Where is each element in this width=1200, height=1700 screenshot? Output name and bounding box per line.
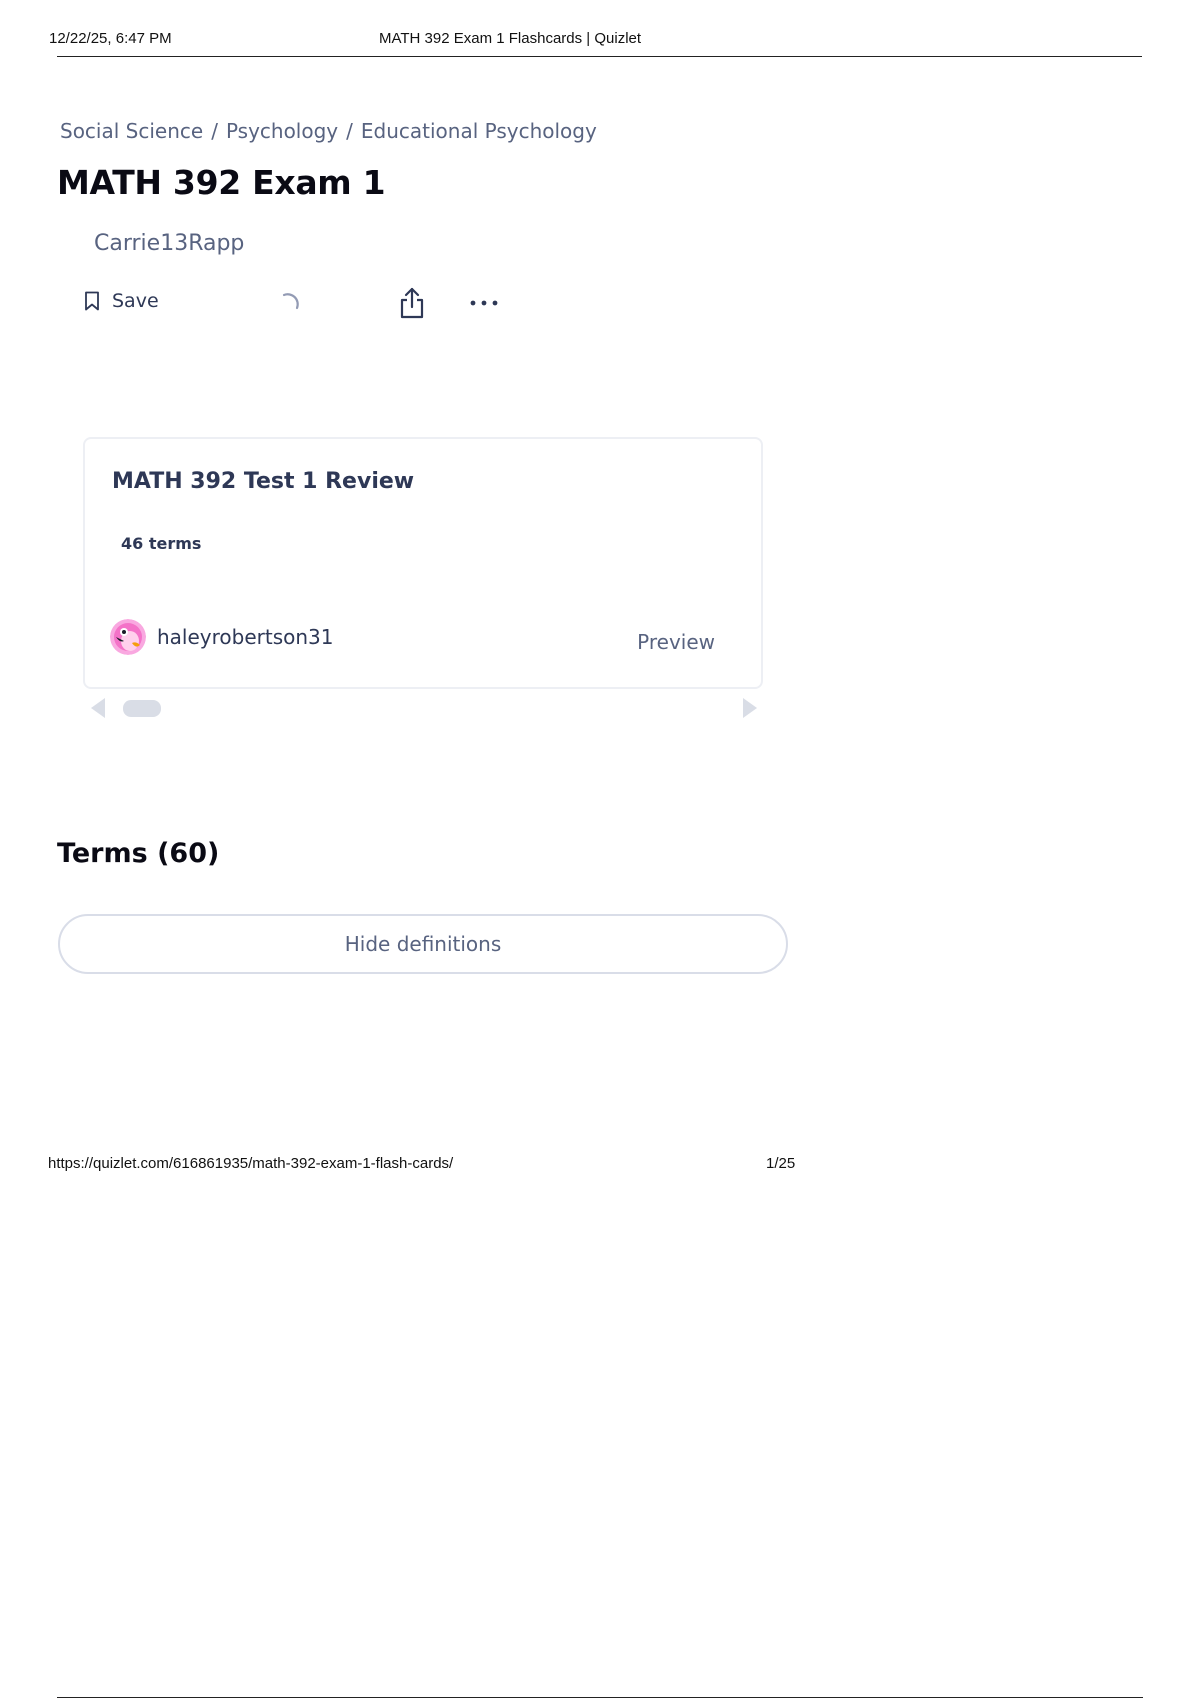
set-actions-bar: Save xyxy=(84,287,524,326)
preview-button[interactable]: Preview xyxy=(637,630,715,654)
bookmark-icon xyxy=(84,291,100,311)
creator-username[interactable]: Carrie13Rapp xyxy=(94,231,244,256)
print-page-number: 1/25 xyxy=(766,1155,796,1172)
term-count-badge: 46 terms xyxy=(121,534,202,553)
footer-divider xyxy=(57,1697,1143,1698)
print-datetime: 12/22/25, 6:47 PM xyxy=(49,30,172,47)
hide-definitions-button[interactable]: Hide definitions xyxy=(58,914,788,974)
scrollbar-thumb[interactable] xyxy=(123,700,161,717)
print-url: https://quizlet.com/616861935/math-392-e… xyxy=(48,1155,454,1172)
header-divider xyxy=(57,56,1142,57)
breadcrumb-separator: / xyxy=(346,119,353,143)
carousel-scrollbar xyxy=(90,697,758,719)
print-document-title: MATH 392 Exam 1 Flashcards | Quizlet xyxy=(379,30,642,47)
flamingo-avatar xyxy=(110,619,146,655)
page-title: MATH 392 Exam 1 xyxy=(57,163,386,202)
breadcrumb: Social Science / Psychology / Educational Ps… xyxy=(60,119,597,143)
more-horizontal-icon[interactable] xyxy=(468,290,500,321)
breadcrumb-item-educational-psychology[interactable]: Educational Psychology xyxy=(361,119,597,143)
share-icon[interactable] xyxy=(397,286,427,325)
related-set-card[interactable]: MATH 392 Test 1 Review 46 terms haleyrob… xyxy=(83,437,763,689)
breadcrumb-separator: / xyxy=(211,119,218,143)
spinner-icon xyxy=(276,290,302,321)
print-header: 12/22/25, 6:47 PM MATH 392 Exam 1 Flashc… xyxy=(49,30,1142,57)
related-set-title[interactable]: MATH 392 Test 1 Review xyxy=(112,469,414,494)
breadcrumb-item-social-science[interactable]: Social Science xyxy=(60,119,203,143)
triangle-right-icon[interactable] xyxy=(742,697,758,724)
triangle-left-icon[interactable] xyxy=(90,697,106,724)
related-set-author[interactable]: haleyrobertson31 xyxy=(157,625,334,649)
save-label: Save xyxy=(112,290,159,312)
terms-heading: Terms (60) xyxy=(57,838,220,869)
breadcrumb-item-psychology[interactable]: Psychology xyxy=(226,119,338,143)
save-button[interactable]: Save xyxy=(84,290,159,312)
